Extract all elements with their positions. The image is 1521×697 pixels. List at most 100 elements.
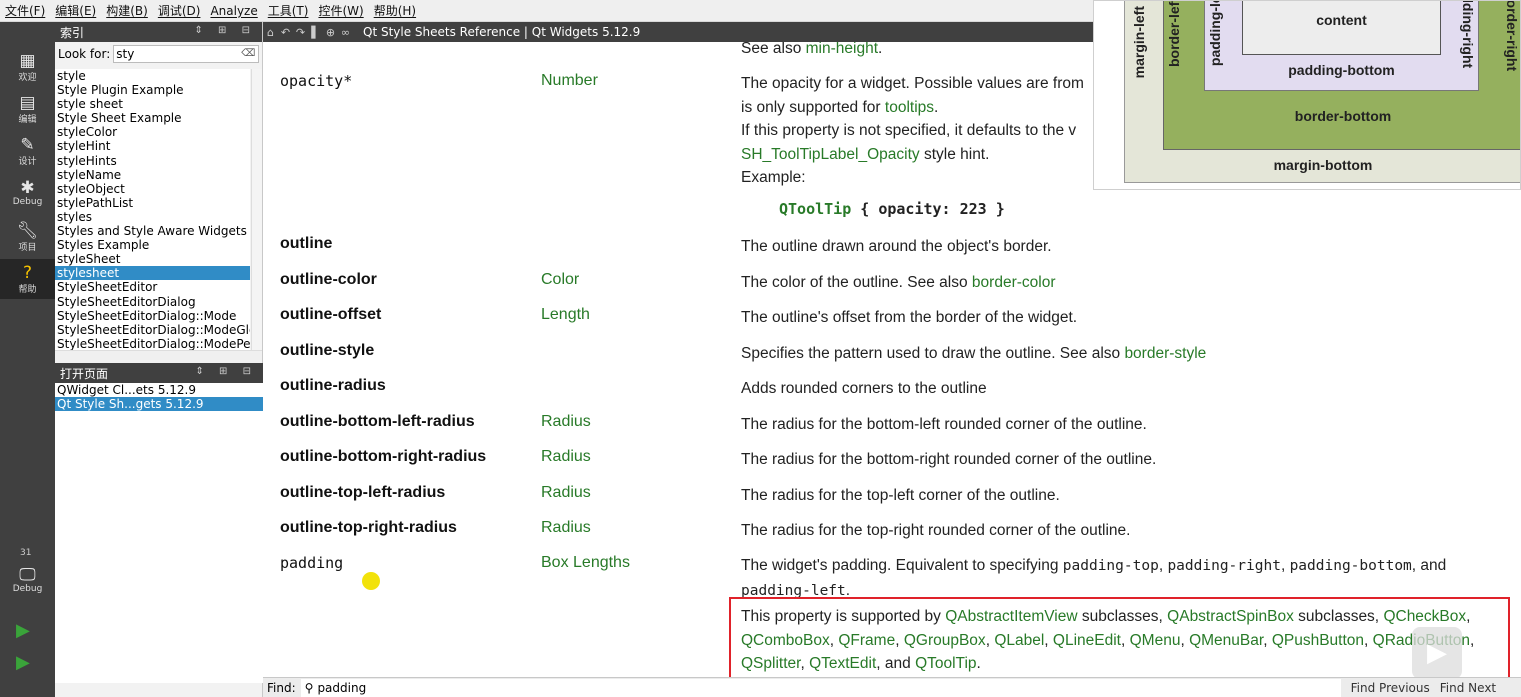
mode-project-label: 项目 — [18, 242, 37, 253]
find-input[interactable]: ⚲ padding — [300, 678, 1341, 697]
index-list-item[interactable]: style — [55, 69, 250, 83]
help-side-panel: 索引 ⇕ ⊞ ⊟ Look for: sty ⌫ style Style Plug… — [55, 22, 263, 697]
open-page-item[interactable]: Qt Style Sh...gets 5.12.9 — [55, 397, 263, 412]
sh-tooltip-opacity-link[interactable]: SH_ToolTipLabel_Opacity — [741, 146, 920, 163]
link-icon[interactable]: ∞ — [338, 26, 353, 39]
code-padding-right: padding-right — [1167, 558, 1281, 574]
property-name: outline-style — [280, 341, 375, 359]
index-list-item[interactable]: StyleSheetEditorDialog::ModeGlob — [55, 323, 250, 337]
index-list-item[interactable]: styleObject — [55, 182, 250, 196]
panel-controls-icon[interactable]: ⇕ ⊞ ⊟ — [195, 25, 257, 36]
index-list-item[interactable]: styles — [55, 210, 250, 224]
mouse-cursor-highlight — [362, 572, 380, 590]
run-icon[interactable]: ▶ — [16, 620, 30, 641]
index-panel-header: 索引 ⇕ ⊞ ⊟ — [55, 22, 262, 42]
help-icon: ? — [22, 262, 33, 283]
forward-icon[interactable]: ↷ — [293, 26, 308, 39]
kit-number: 31 — [20, 548, 32, 558]
pencil-icon: ✎ — [20, 134, 35, 155]
property-type: Number — [541, 72, 598, 89]
description-text: The outline's offset from the border of … — [741, 309, 1078, 326]
tooltips-link[interactable]: tooltips — [885, 99, 934, 116]
index-list-item[interactable]: Styles Example — [55, 238, 250, 252]
menu-file[interactable]: 文件(F) — [0, 2, 50, 19]
debug-run-icon[interactable]: ▶ — [16, 652, 30, 673]
property-description: The radius for the bottom-right rounded … — [741, 448, 1521, 472]
index-list-item[interactable]: styleSheet — [55, 252, 250, 266]
index-list-item[interactable]: StyleSheetEditor — [55, 280, 250, 294]
index-list-item[interactable]: StyleSheetEditorDialog::ModePerF — [55, 337, 250, 350]
index-list-item[interactable]: styleHints — [55, 154, 250, 168]
index-horizontal-scrollbar[interactable] — [55, 350, 262, 360]
description-text: The radius for the top-left corner of th… — [741, 486, 1060, 504]
index-list-item[interactable]: style sheet — [55, 97, 250, 111]
index-list-item[interactable]: Styles and Style Aware Widgets — [55, 224, 250, 238]
index-list-item[interactable]: Style Sheet Example — [55, 111, 250, 125]
property-name: opacity* — [280, 72, 353, 90]
padding-box: padding-left padding-right content paddi… — [1204, 0, 1479, 91]
index-list-item[interactable]: styleColor — [55, 125, 250, 139]
globe-icon[interactable]: ⊕ — [323, 26, 338, 39]
open-pages-list[interactable]: QWidget Cl...ets 5.12.9 Qt Style Sh...get… — [55, 383, 263, 683]
index-list-item[interactable]: StyleSheetEditorDialog — [55, 295, 250, 309]
property-name: outline — [280, 235, 333, 252]
property-type: Length — [541, 306, 590, 323]
property-name: outline-color — [280, 270, 377, 288]
description-text: The radius for the top-right rounded cor… — [741, 522, 1131, 539]
code-padding-top: padding-top — [1062, 558, 1159, 574]
mode-welcome[interactable]: ▦ 欢迎 — [0, 47, 55, 87]
open-pages-title[interactable]: 打开页面 — [60, 365, 108, 382]
property-type: Radius — [541, 483, 591, 501]
index-list-item[interactable]: stylesheet — [55, 266, 250, 281]
index-list-item[interactable]: Style Plugin Example — [55, 83, 250, 97]
mode-design[interactable]: ✎ 设计 — [0, 131, 55, 171]
menu-widgets[interactable]: 控件(W) — [313, 2, 368, 19]
menu-help[interactable]: 帮助(H) — [369, 2, 421, 19]
index-panel-title[interactable]: 索引 — [60, 24, 84, 41]
index-list-item[interactable]: stylePathList — [55, 196, 250, 210]
opacity-desc-line2-suffix: . — [934, 98, 939, 116]
home-icon[interactable]: ⌂ — [263, 26, 278, 39]
mode-help[interactable]: ? 帮助 — [0, 259, 55, 299]
code-selector: QToolTip — [779, 199, 852, 218]
panel-controls-icon[interactable]: ⇕ ⊞ ⊟ — [196, 366, 258, 377]
mode-debug-label: Debug — [12, 197, 43, 207]
bookmark-icon[interactable]: ▌ — [308, 26, 323, 39]
play-overlay-icon[interactable]: ▶ — [1412, 627, 1462, 679]
see-also-link[interactable]: border-color — [972, 274, 1056, 291]
padding-left-label: padding-left — [1207, 0, 1223, 67]
property-type: Radius — [541, 448, 591, 465]
property-description: Adds rounded corners to the outline — [741, 377, 1521, 401]
see-also-link[interactable]: border-style — [1124, 345, 1206, 362]
index-vertical-scrollbar[interactable] — [251, 69, 262, 350]
index-list-item[interactable]: StyleSheetEditorDialog::Mode — [55, 309, 250, 323]
menu-build[interactable]: 构建(B) — [101, 2, 153, 19]
index-list[interactable]: style Style Plugin Example style sheet Styl… — [55, 69, 250, 350]
back-icon[interactable]: ↶ — [278, 26, 293, 39]
mode-welcome-label: 欢迎 — [18, 72, 37, 83]
menu-analyze[interactable]: Analyze — [205, 4, 262, 18]
menu-debug[interactable]: 调试(D) — [153, 2, 206, 19]
code-example: QToolTip { opacity: 223 } — [741, 198, 1521, 222]
mode-edit[interactable]: ▤ 编辑 — [0, 89, 55, 129]
opacity-desc-line4-text: style hint. — [919, 145, 990, 163]
find-previous-button[interactable]: Find Previous — [1351, 681, 1430, 695]
menu-tools[interactable]: 工具(T) — [263, 2, 314, 19]
margin-left-label: margin-left — [1131, 6, 1147, 79]
kit-selector[interactable]: 🖵︎ Debug — [0, 560, 55, 600]
min-height-link[interactable]: min-height — [806, 42, 878, 57]
open-page-item[interactable]: QWidget Cl...ets 5.12.9 — [55, 383, 263, 397]
clear-icon[interactable]: ⌫ — [241, 46, 255, 62]
mode-project[interactable]: 🔧︎ 项目 — [0, 217, 55, 257]
look-for-value: sty — [116, 47, 135, 61]
property-name: outline-bottom-right-radius — [280, 448, 487, 465]
property-description: The outline drawn around the object's bo… — [741, 235, 1521, 259]
mode-debug[interactable]: ✱ Debug — [0, 173, 55, 213]
look-for-input[interactable]: sty ⌫ — [113, 45, 260, 63]
property-description: The color of the outline. See also borde… — [741, 271, 1521, 295]
find-next-button[interactable]: Find Next — [1440, 681, 1496, 695]
open-pages-panel: 打开页面 ⇕ ⊞ ⊟ QWidget Cl...ets 5.12.9 Qt Sty… — [55, 363, 263, 683]
index-list-item[interactable]: styleHint — [55, 139, 250, 153]
index-list-item[interactable]: styleName — [55, 168, 250, 182]
menu-edit[interactable]: 编辑(E) — [50, 2, 101, 19]
